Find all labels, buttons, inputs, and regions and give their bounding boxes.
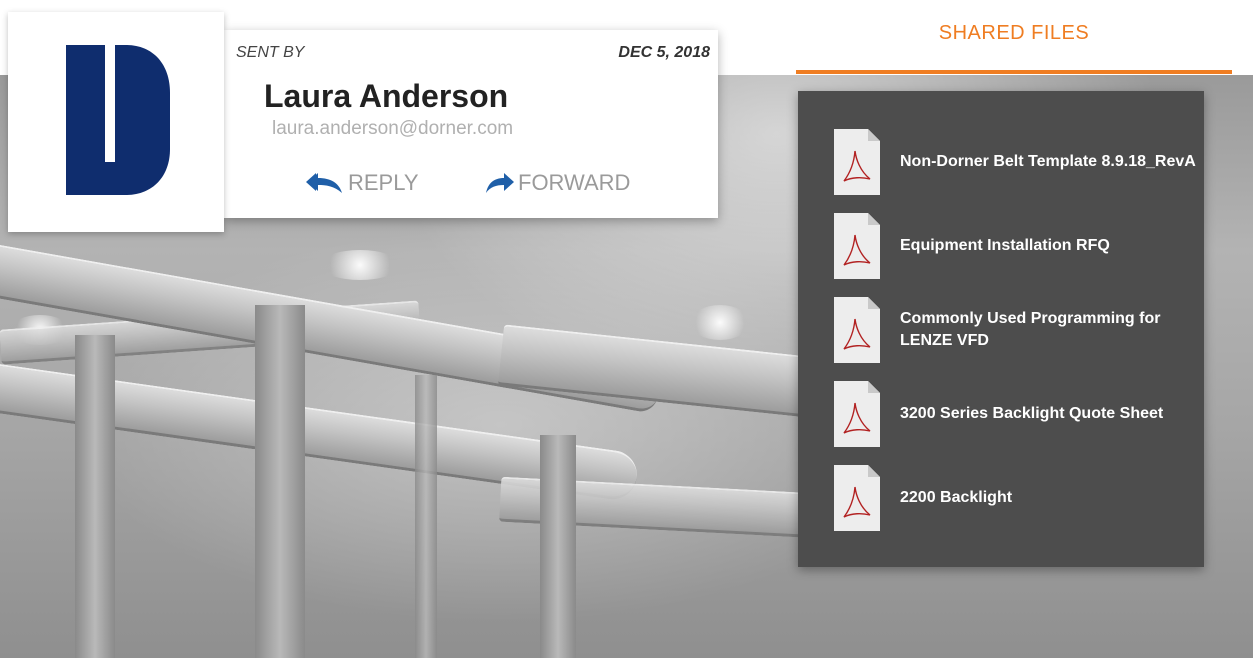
shared-files-panel: Non-Dorner Belt Template 8.9.18_RevA Equ… (798, 91, 1204, 567)
sender-name: Laura Anderson (264, 78, 509, 114)
file-name: Equipment Installation RFQ (900, 237, 1110, 254)
forward-arrow-icon (486, 173, 514, 193)
file-name: Commonly Used Programming for LENZE VFD (900, 310, 1161, 349)
file-name: 2200 Backlight (900, 489, 1013, 506)
pdf-file-icon (834, 129, 880, 195)
sender-email[interactable]: laura.anderson@dorner.com (272, 118, 513, 140)
reply-button[interactable]: REPLY (306, 170, 419, 196)
file-item[interactable]: 2200 Backlight (834, 465, 1200, 531)
reply-all-arrow-icon (306, 173, 342, 193)
file-name: Non-Dorner Belt Template 8.9.18_RevA (900, 153, 1196, 170)
dorner-d-logo-icon (66, 45, 170, 195)
sent-date: DEC 5, 2018 (618, 44, 710, 61)
conveyor-support-post (75, 335, 115, 658)
forward-button[interactable]: FORWARD (486, 170, 630, 196)
ceiling-light (690, 305, 750, 340)
pdf-file-icon (834, 297, 880, 363)
logo-tile (8, 12, 224, 232)
pdf-file-icon (834, 465, 880, 531)
ceiling-light (320, 250, 400, 280)
shared-files-title: SHARED FILES (938, 22, 1090, 44)
pdf-file-icon (834, 213, 880, 279)
conveyor-support-post (415, 375, 437, 658)
shared-files-underline (796, 70, 1232, 74)
file-item[interactable]: Non-Dorner Belt Template 8.9.18_RevA (834, 129, 1200, 195)
file-item[interactable]: 3200 Series Backlight Quote Sheet (834, 381, 1200, 447)
sent-by-label: SENT BY (236, 44, 305, 61)
sender-card: SENT BY DEC 5, 2018 Laura Anderson laura… (224, 30, 718, 218)
reply-label: REPLY (348, 170, 419, 195)
conveyor-support-post (540, 435, 576, 658)
file-item[interactable]: Commonly Used Programming for LENZE VFD (834, 297, 1200, 363)
file-item[interactable]: Equipment Installation RFQ (834, 213, 1200, 279)
forward-label: FORWARD (518, 170, 631, 195)
conveyor-support-post (255, 305, 305, 658)
file-name: 3200 Series Backlight Quote Sheet (900, 405, 1164, 422)
pdf-file-icon (834, 381, 880, 447)
